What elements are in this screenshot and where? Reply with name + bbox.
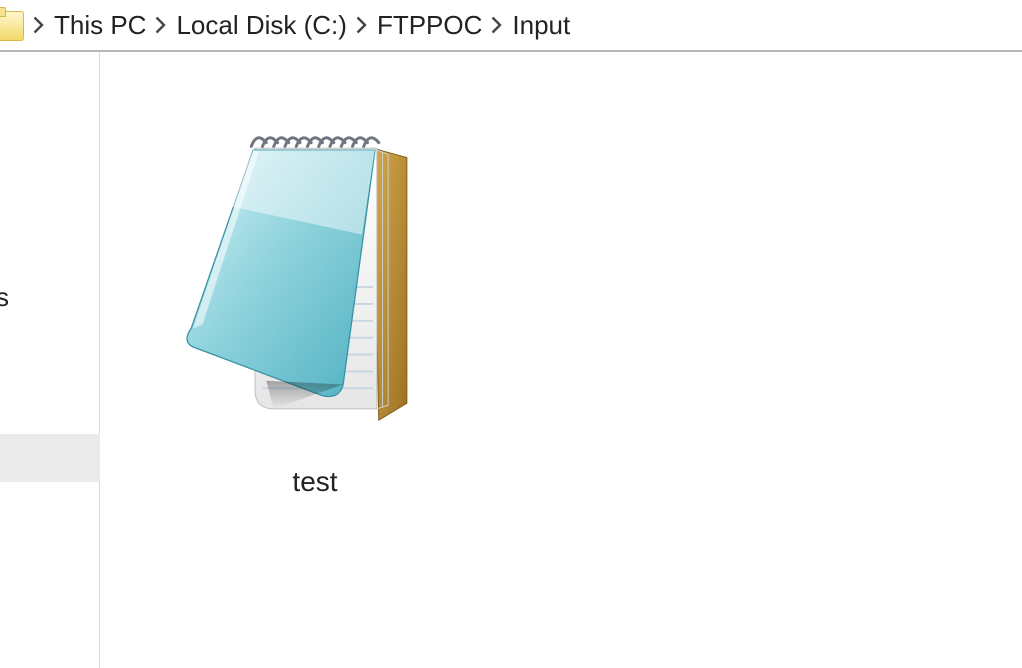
- nav-item-truncated[interactable]: s: [0, 282, 9, 313]
- crumb-label: FTPPOC: [377, 10, 482, 41]
- navigation-pane[interactable]: s: [0, 52, 100, 668]
- file-label: test: [292, 466, 337, 498]
- crumb-label: Local Disk (C:): [176, 10, 346, 41]
- file-list-pane[interactable]: test: [100, 52, 1022, 668]
- crumb-label: Input: [512, 10, 570, 41]
- chevron-right-icon[interactable]: [486, 0, 508, 50]
- folder-icon: [0, 5, 22, 45]
- notepad-icon: [155, 92, 475, 452]
- crumb-local-disk-c[interactable]: Local Disk (C:): [172, 10, 350, 41]
- crumb-label: This PC: [54, 10, 146, 41]
- crumb-ftppoc[interactable]: FTPPOC: [373, 10, 486, 41]
- crumb-input[interactable]: Input: [508, 10, 574, 41]
- explorer-body: s: [0, 52, 1022, 668]
- chevron-right-icon[interactable]: [150, 0, 172, 50]
- address-bar[interactable]: This PC Local Disk (C:) FTPPOC Input: [0, 0, 1022, 52]
- chevron-right-icon[interactable]: [28, 0, 50, 50]
- nav-item-selected-stub[interactable]: [0, 434, 100, 482]
- file-item-test[interactable]: test: [150, 92, 480, 498]
- crumb-this-pc[interactable]: This PC: [50, 10, 150, 41]
- chevron-right-icon[interactable]: [351, 0, 373, 50]
